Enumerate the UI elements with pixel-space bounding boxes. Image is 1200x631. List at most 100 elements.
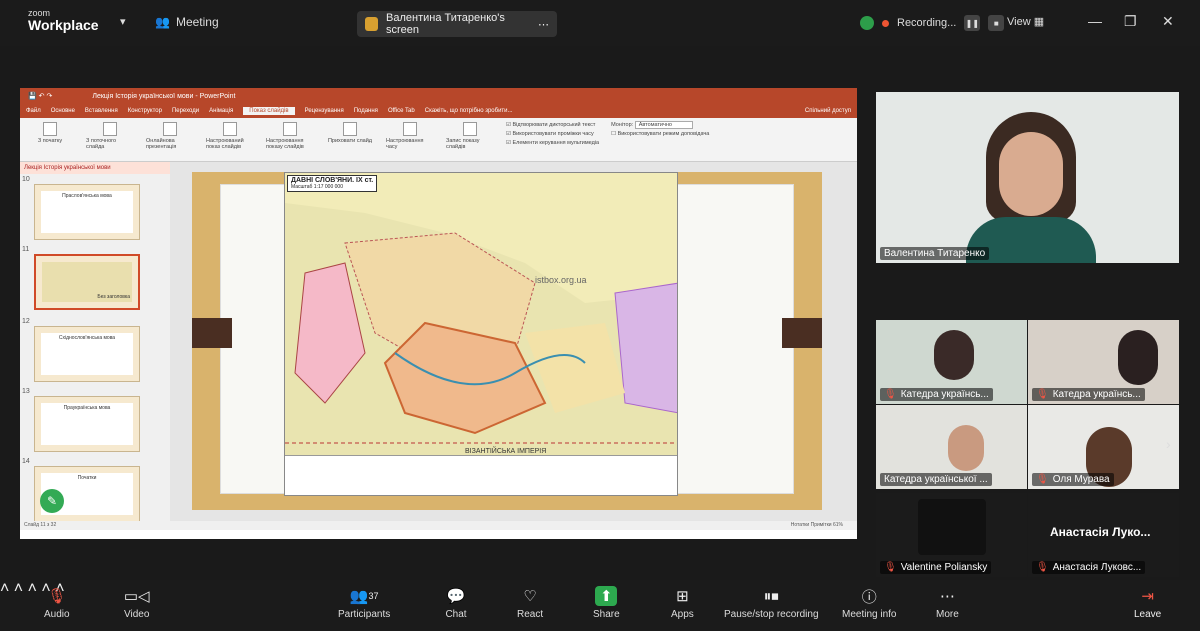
ribbon-button[interactable]: З поточного слайда [86,122,134,157]
screen-share-pill[interactable]: Валентина Титаренко's screen ⋯ [357,11,557,37]
slide-decoration-left [192,318,232,348]
ribbon-button[interactable]: Онлайнова презентація [146,122,194,157]
slide-thumbnail[interactable]: Східнослов'янська мова [34,326,140,382]
mic-muted-icon: 🎙 [884,389,897,400]
react-button[interactable]: ♡ React [517,586,543,620]
participant-display-name: Анастасія Луко... [1050,525,1151,539]
monitor-select[interactable]: Автоматично [634,121,693,129]
mic-muted-icon: 🎙 [1036,389,1049,400]
ppt-quick-access[interactable]: 💾 ↶ ↷ [28,92,52,100]
ribbon-button[interactable]: Приховати слайд [326,122,374,157]
slide-thumbnails-pane: Лекція Історія української мови 10 Прасл… [20,162,170,530]
shield-icon [860,16,874,30]
share-screen-icon: ⬆ [595,586,618,606]
participant-name-label: Валентина Титаренко [880,247,990,260]
next-page-arrow-icon[interactable]: › [1166,436,1171,452]
svg-text:ВІЗАНТІЙСЬКА ІМПЕРІЯ: ВІЗАНТІЙСЬКА ІМПЕРІЯ [465,446,546,455]
ppt-tab[interactable]: Переходи [172,108,199,114]
ribbon-button[interactable]: Настроювання показу слайдів [266,122,314,157]
ppt-tab-active[interactable]: Показ слайдів [243,107,295,115]
ppt-tab[interactable]: Рецензування [305,108,344,114]
slide-number: 14 [22,458,30,465]
checkbox[interactable]: ☑ Використовувати проміжки часу [506,131,599,137]
pause-stop-recording-button[interactable]: ⏸⏹ Pause/stop recording [724,586,819,621]
more-button[interactable]: ⋯ More [936,586,959,620]
minimize-icon[interactable]: — [1088,13,1102,29]
audio-button[interactable]: 🎙 Audio [44,586,70,620]
chevron-down-icon[interactable]: ▾ [120,15,126,28]
participant-name-label: 🎙 Анастасія Луковс... [1032,561,1146,574]
recording-indicator: Recording... ❚❚ ■ [860,15,1005,31]
ppt-ribbon-tabs: Файл Основне Вставлення Конструктор Пере… [20,104,857,118]
ppt-tab[interactable]: Основне [51,108,75,114]
ppt-body: Лекція Історія української мови 10 Прасл… [20,162,857,530]
participant-video-tile[interactable]: 🎙 Valentine Poliansky [876,493,1027,577]
chevron-up-icon[interactable]: ˄ [28,580,37,597]
chat-bubble-icon: 💬 [446,588,466,605]
speaker-face [999,132,1063,216]
mic-muted-icon: 🎙 [884,562,897,573]
maximize-icon[interactable]: ❐ [1124,13,1137,30]
participant-name-label: 🎙 Катедра українсь... [880,388,993,401]
ppt-tell-me[interactable]: Скажіть, що потрібно зробити... [425,108,513,114]
chevron-up-icon[interactable]: ˄ [0,580,9,597]
checkbox[interactable]: ☐ Використовувати режим доповідача [611,131,709,137]
participants-button[interactable]: 👥 37 Participants [338,586,390,620]
participant-video-tile[interactable]: 🎙 Оля Мурава [1028,405,1179,489]
checkbox[interactable]: ☑ Відтворювати дикторський текст [506,122,599,128]
share-button[interactable]: ⬆ Share [593,586,620,620]
leave-button[interactable]: ⇥ Leave [1134,586,1161,620]
participant-video-tile[interactable]: Катедра української ... [876,405,1027,489]
ppt-tab[interactable]: Конструктор [128,108,162,114]
ppt-ribbon: З початку З поточного слайда Онлайнова п… [20,118,857,162]
ribbon-button[interactable]: Настроюваний показ слайдів [206,122,254,157]
more-options-icon[interactable]: ⋯ [538,18,549,31]
participant-name-label: Катедра української ... [880,473,992,486]
active-speaker-video[interactable]: Валентина Титаренко [876,92,1179,263]
participant-video-tile[interactable]: 🎙 Катедра українсь... [876,320,1027,404]
video-button[interactable]: ▭◁ Video [124,586,150,620]
slide-thumbnail[interactable]: Праукраїнська мова [34,396,140,452]
stop-recording-button[interactable]: ■ [988,15,1005,31]
apps-icon: ⊞ [676,588,689,605]
ppt-tab[interactable]: Office Tab [388,108,415,114]
apps-button[interactable]: ⊞ Apps [671,586,694,620]
ppt-tab[interactable]: Вставлення [85,108,118,114]
monitor-group: Монітор: Автоматично ☐ Використовувати р… [611,121,710,137]
participant-video-tile[interactable]: 🎙 Катедра українсь... [1028,320,1179,404]
checkbox[interactable]: ☑ Елементи керування мультимедіа [506,140,599,146]
ppt-tab[interactable]: Файл [26,108,41,114]
ppt-share-button[interactable]: Спільний доступ [805,108,851,114]
slide-thumbnail-selected[interactable]: Без заголовка [34,254,140,310]
leave-icon: ⇥ [1141,588,1154,605]
logo-big-text: Workplace [28,17,99,33]
ribbon-button[interactable]: Настроювання часу [386,122,434,157]
microphone-muted-icon: 🎙 [47,588,67,605]
annotate-pen-button[interactable]: ✎ [40,489,64,513]
chevron-up-icon[interactable]: ˄ [14,580,23,597]
heart-icon: ♡ [523,588,537,605]
ribbon-button[interactable]: Запис показу слайдів [446,122,494,157]
meeting-menu[interactable]: 👥 Meeting [155,15,219,29]
ribbon-button[interactable]: З початку [26,122,74,157]
ppt-document-title: Лекція Історія української мови - PowerP… [92,92,236,100]
ppt-tab[interactable]: Подання [354,108,378,114]
close-icon[interactable]: ✕ [1162,13,1174,30]
people-icon: 👥 [155,15,170,29]
zoom-logo: zoom Workplace [28,9,99,33]
map-title: ДАВНІ СЛОВ'ЯНИ. IX ст. Масштаб 1:17 000 … [287,175,378,193]
map-legend [285,455,677,495]
view-button[interactable]: View ▦ [1007,15,1044,28]
document-tab[interactable]: Лекція Історія української мови [20,162,170,174]
pause-recording-button[interactable]: ❚❚ [964,15,981,31]
ppt-tab[interactable]: Анімація [209,108,233,114]
participant-name-label: 🎙 Оля Мурава [1032,473,1114,486]
meeting-info-button[interactable]: ⓘ Meeting info [842,586,896,621]
slide-thumbnail[interactable]: Праслов'янська мова [34,184,140,240]
slide-number: 12 [22,318,30,325]
presenter-avatar [365,17,379,31]
chat-button[interactable]: 💬 Chat [445,586,467,620]
current-slide[interactable]: ВІЗАНТІЙСЬКА ІМПЕРІЯ istbox.org.ua ДАВНІ… [192,172,822,510]
participant-name-label: 🎙 Valentine Poliansky [880,561,992,574]
slide-number: 10 [22,176,30,183]
